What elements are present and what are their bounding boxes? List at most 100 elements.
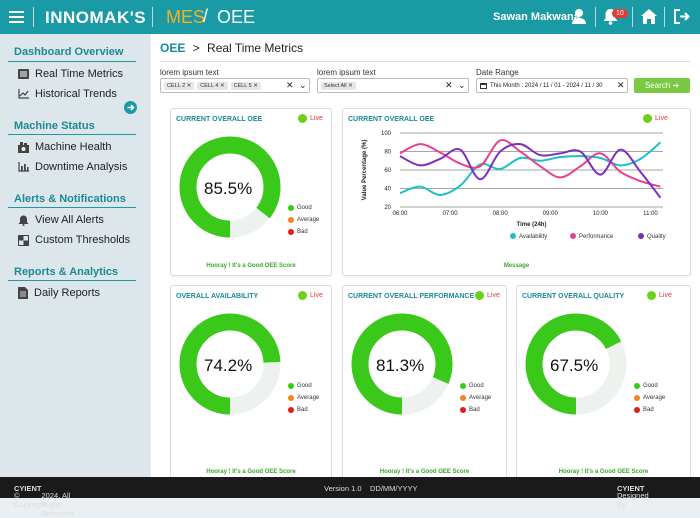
y-tick-label: 40 [384, 187, 391, 193]
app-name: OEE [217, 7, 256, 27]
option-multiselect[interactable]: Select All ✕ ✕ ⌄ [317, 78, 469, 93]
legend-average: Average [288, 217, 319, 223]
live-dot-icon [298, 114, 307, 123]
live-dot-icon [643, 114, 652, 123]
user-name[interactable]: Sawan Makwana [493, 11, 580, 23]
chip[interactable]: CELL 5 ✕ [230, 81, 261, 90]
title-separator: / [203, 6, 209, 26]
divider [8, 207, 136, 208]
list-icon [18, 69, 29, 79]
legend: Good Average Bad [288, 205, 319, 241]
legend-average: Average [288, 395, 319, 401]
y-tick-label: 80 [384, 150, 391, 156]
sidebar-item-machine-health[interactable]: Machine Health [18, 141, 111, 153]
legend-bad: Bad [634, 407, 665, 413]
module-name: MES [166, 7, 206, 27]
arrow-right-icon[interactable] [124, 101, 137, 114]
oee-value: 85.5% [204, 179, 253, 198]
legend-marker [510, 233, 516, 239]
arrow-right-icon: ➜ [672, 81, 680, 90]
clear-icon[interactable]: ✕ [286, 80, 294, 91]
divider [160, 61, 690, 62]
chip[interactable]: Select All ✕ [321, 81, 356, 90]
live-indicator: Live [647, 291, 672, 300]
card-title: CURRENT OVERALL OEE [176, 116, 263, 123]
divider [664, 7, 665, 27]
legend-label: Availability [519, 234, 547, 240]
sidebar-section-title: Dashboard Overview [14, 46, 124, 58]
main-content: OEE > Real Time Metrics lorem ipsum text… [151, 34, 700, 482]
sidebar-item-label: Daily Reports [34, 287, 101, 299]
date-range-picker[interactable]: This Month : 2024 / 11 / 01 - 2024 / 11 … [476, 78, 628, 93]
legend-good: Good [288, 383, 319, 389]
oee-trend-card: CURRENT OVERALL OEE Live 20 40 60 80 100 06:0… [342, 108, 691, 276]
quality-card: CURRENT OVERALL QUALITY Live 67.5% Good … [516, 285, 691, 482]
live-indicator: Live [475, 291, 500, 300]
live-dot-icon [475, 291, 484, 300]
legend: Good Average Bad [288, 383, 319, 419]
footer: © Copyright CYIENT 2024. All Rights Rese… [0, 477, 700, 518]
divider [152, 7, 153, 27]
top-bar: INNOMAK'S MES / OEE Sawan Makwana 10 [0, 0, 700, 34]
chip[interactable]: CELL 4 ✕ [197, 81, 228, 90]
sidebar-item-real-time-metrics[interactable]: Real Time Metrics [18, 68, 123, 80]
legend-label: Quality [647, 234, 666, 240]
version: Version 1.0 [324, 484, 362, 493]
x-tick-label: 07:00 [443, 211, 459, 217]
home-icon[interactable] [640, 8, 658, 25]
sidebar-section-title: Machine Status [14, 120, 95, 132]
divider [33, 7, 34, 27]
legend-marker [570, 233, 576, 239]
y-tick-label: 100 [381, 131, 392, 137]
sidebar-item-downtime-analysis[interactable]: Downtime Analysis [18, 161, 127, 173]
cell-multiselect[interactable]: CELL 2 ✕ CELL 4 ✕ CELL 5 ✕ ✕ ⌄ [160, 78, 310, 93]
divider [8, 61, 136, 62]
calendar-icon [480, 83, 487, 89]
menu-icon[interactable] [9, 11, 24, 23]
footer-date: DD/MM/YYYY [370, 484, 418, 493]
sidebar-item-custom-thresholds[interactable]: Custom Thresholds [18, 234, 130, 246]
sidebar-item-historical-trends[interactable]: Historical Trends [18, 88, 117, 100]
sidebar-item-daily-reports[interactable]: Daily Reports [18, 287, 100, 299]
availability-value: 74.2% [204, 356, 253, 375]
live-indicator: Live [643, 114, 668, 123]
sidebar-section-title: Alerts & Notifications [14, 193, 126, 205]
notification-count: 10 [612, 9, 628, 18]
chevron-down-icon[interactable]: ⌄ [458, 80, 466, 91]
x-tick-label: 06:00 [392, 211, 408, 217]
chevron-down-icon[interactable]: ⌄ [299, 80, 307, 91]
legend-label: Performance [579, 234, 614, 240]
x-tick-label: 10:00 [593, 211, 609, 217]
sidebar-section-title: Reports & Analytics [14, 266, 119, 278]
brand-name: INNOMAK'S [45, 8, 147, 27]
sidebar-item-label: Historical Trends [35, 88, 117, 100]
performance-value: 81.3% [376, 356, 425, 375]
series-line-performance [399, 139, 661, 188]
designed-by: Designed By CYIENT [617, 484, 649, 509]
filter-label: Date Range [476, 68, 519, 77]
line-chart: 20 40 60 80 100 06:00 07:00 08:00 09:00 10:00 11:0… [362, 131, 666, 240]
y-axis-label: Value Percentage (%) [362, 140, 368, 201]
search-button[interactable]: Search ➜ [634, 78, 690, 93]
sidebar-item-view-all-alerts[interactable]: View All Alerts [18, 214, 104, 226]
legend-bad: Bad [288, 229, 319, 235]
sidebar-item-label: Real Time Metrics [35, 68, 124, 80]
filter-label: lorem ipsum text [317, 68, 376, 77]
chip[interactable]: CELL 2 ✕ [164, 81, 195, 90]
live-indicator: Live [298, 291, 323, 300]
sidebar: Dashboard Overview Real Time Metrics His… [0, 34, 150, 477]
card-title: OVERALL AVAILABILITY [176, 293, 259, 300]
card-message: Hooray ! It's a Good OEE Score [558, 469, 649, 475]
quality-value: 67.5% [550, 356, 599, 375]
legend-bad: Bad [288, 407, 319, 413]
clear-icon[interactable]: ✕ [445, 80, 453, 91]
breadcrumb-root[interactable]: OEE [160, 41, 185, 55]
bar-chart-icon [18, 162, 29, 172]
trend-chart-icon [18, 89, 29, 99]
breadcrumb-separator: > [192, 41, 200, 55]
logout-icon[interactable] [673, 8, 690, 25]
card-title: CURRENT OVERALL OEE [348, 116, 435, 123]
clear-icon[interactable]: ✕ [617, 80, 625, 91]
date-range-value: This Month : 2024 / 11 / 01 - 2024 / 11 … [490, 82, 603, 89]
user-icon[interactable] [571, 8, 587, 25]
